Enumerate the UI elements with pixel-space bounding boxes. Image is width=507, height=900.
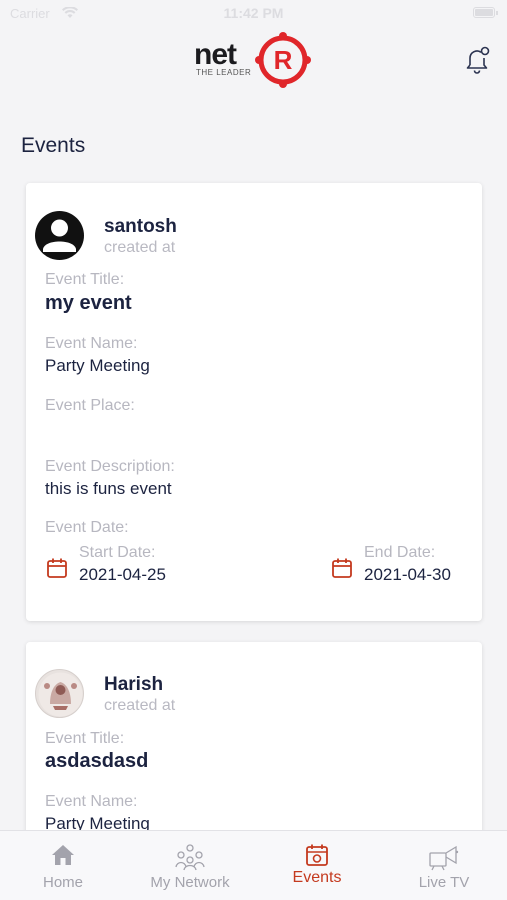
event-name-label: Event Name:: [45, 335, 138, 352]
battery-icon: [473, 7, 498, 18]
notification-bell-icon[interactable]: [464, 46, 490, 79]
event-name-label: Event Name:: [45, 793, 138, 810]
tab-my-network[interactable]: My Network: [127, 831, 253, 900]
logo-text: net: [194, 38, 237, 71]
event-date-label: Event Date:: [45, 519, 129, 536]
tab-home[interactable]: Home: [0, 831, 126, 900]
event-card[interactable]: santosh created at Event Title: my event…: [26, 183, 482, 621]
event-author-name: santosh: [104, 216, 177, 237]
event-title-value: my event: [45, 292, 132, 314]
tab-events-label: Events: [292, 869, 342, 886]
bottom-tab-bar: Home My Network Events Live TV: [0, 830, 507, 900]
event-title-value: asdasdasd: [45, 750, 149, 772]
event-title-label: Event Title:: [45, 730, 125, 747]
start-date-value: 2021-04-25: [79, 565, 166, 584]
start-date-label: Start Date:: [79, 544, 156, 561]
profile-photo-icon: [38, 672, 83, 717]
created-at-label: created at: [104, 239, 176, 256]
logo-mark-icon: R: [255, 32, 311, 88]
status-bar: Carrier 11:42 PM: [0, 0, 507, 28]
event-description-value: this is funs event: [45, 479, 172, 498]
app-logo: net THE LEADER R: [194, 30, 319, 90]
logo-tagline: THE LEADER: [196, 68, 252, 77]
end-date-value: 2021-04-30: [364, 565, 451, 584]
clock: 11:42 PM: [223, 5, 284, 21]
live-tv-icon: [429, 845, 459, 871]
event-place-label: Event Place:: [45, 397, 135, 414]
home-icon: [52, 845, 74, 865]
avatar: [35, 669, 84, 718]
tab-events[interactable]: Events: [254, 831, 380, 900]
user-placeholder-icon: [43, 219, 76, 252]
created-at-label: created at: [104, 697, 176, 714]
end-date-label: End Date:: [364, 544, 436, 561]
network-icon: [175, 844, 205, 871]
tab-live-tv[interactable]: Live TV: [381, 831, 507, 900]
calendar-icon: [306, 844, 328, 866]
avatar: [35, 211, 84, 260]
logo-letter: R: [274, 45, 293, 75]
event-description-label: Event Description:: [45, 458, 175, 475]
calendar-icon: [332, 558, 352, 578]
calendar-icon: [47, 558, 67, 578]
event-author-name: Harish: [104, 674, 164, 695]
tab-home-label: Home: [42, 874, 83, 891]
page-title: Events: [21, 134, 86, 157]
event-name-value: Party Meeting: [45, 356, 150, 375]
tab-live-tv-label: Live TV: [418, 874, 470, 891]
tab-my-network-label: My Network: [150, 874, 230, 891]
event-title-label: Event Title:: [45, 271, 125, 288]
